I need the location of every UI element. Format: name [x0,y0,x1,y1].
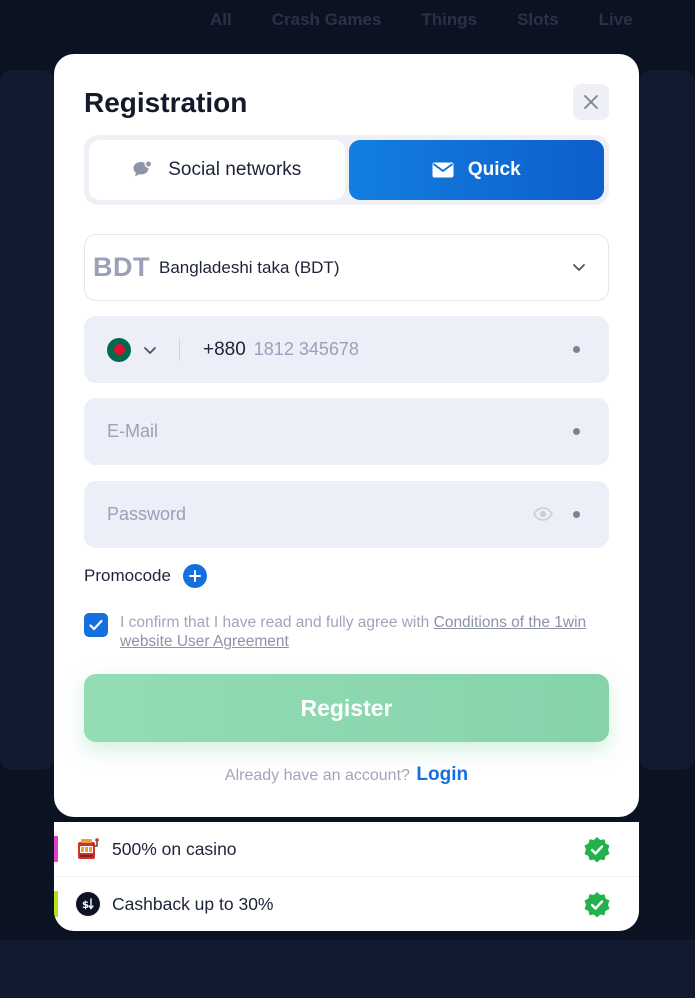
phone-prefix: +880 [203,338,246,360]
login-link[interactable]: Login [416,764,468,785]
bonus-stripe [54,891,58,917]
registration-modal: Registration Social networks Quick BDT B… [54,54,639,817]
bonus-stripe [54,836,58,862]
registration-tabs: Social networks Quick [84,135,609,205]
register-button[interactable]: Register [84,674,609,742]
agreement-row: I confirm that I have read and fully agr… [84,613,604,651]
bg-nav-item: All [210,10,232,29]
bonus-panel: 500% on casino $ Cashback up to 30% [54,822,639,931]
envelope-icon [432,162,454,178]
tab-label: Social networks [168,159,302,180]
bg-nav-item: Slots [517,10,559,29]
bonus-item-casino: 500% on casino [54,822,639,876]
tab-label: Quick [467,159,521,180]
close-button[interactable] [573,84,609,120]
modal-title: Registration [84,87,248,118]
tab-quick[interactable]: Quick [348,140,604,200]
phone-input[interactable]: 1812 345678 [254,339,359,360]
login-prompt: Already have an account? [224,767,410,784]
promocode-toggle[interactable]: Promocode [84,564,207,588]
password-field[interactable]: Password [84,481,609,548]
bonus-label: Cashback up to 30% [112,893,274,914]
eye-icon[interactable] [533,505,553,523]
verified-badge-icon [584,892,610,918]
cashback-icon: $ [76,892,100,916]
login-row: Already have an account? Login [54,764,639,786]
bg-nav-item: Crash Games [271,10,382,29]
bonus-item-cashback: $ Cashback up to 30% [54,877,639,931]
currency-select[interactable]: BDT Bangladeshi taka (BDT) [84,234,609,301]
currency-code: BDT [93,252,150,282]
promocode-label: Promocode [84,566,171,585]
background-nav: All Crash Games Things Slots Live [0,0,695,40]
password-input[interactable]: Password [107,504,186,525]
plus-icon[interactable] [182,564,207,588]
agreement-text-body: I confirm that I have read and fully agr… [120,614,434,631]
svg-text:$: $ [82,900,89,911]
tab-social-networks[interactable]: Social networks [89,140,345,200]
email-field[interactable]: E-Mail [84,398,609,465]
verified-badge-icon [584,837,610,863]
bg-nav-item: Live [598,10,633,29]
close-icon [584,95,598,109]
divider [179,338,180,361]
bg-nav-item: Things [421,10,478,29]
slot-machine-icon [78,838,99,859]
required-indicator [573,346,580,353]
chat-bubble-icon [133,160,153,177]
checkmark-icon [89,619,103,631]
required-indicator [573,511,580,518]
agreement-text: I confirm that I have read and fully agr… [120,613,604,651]
email-input[interactable]: E-Mail [107,421,158,442]
required-indicator [573,428,580,435]
chevron-down-icon[interactable] [143,343,157,357]
phone-field[interactable]: +880 1812 345678 [84,316,609,383]
currency-name: Bangladeshi taka (BDT) [159,257,340,277]
background-panel [639,70,695,770]
background-panel [0,940,695,998]
bangladesh-flag-icon[interactable] [107,337,131,362]
bonus-label: 500% on casino [112,838,237,859]
chevron-down-icon [573,264,585,271]
background-panel [0,70,54,770]
agreement-checkbox[interactable] [84,613,108,637]
